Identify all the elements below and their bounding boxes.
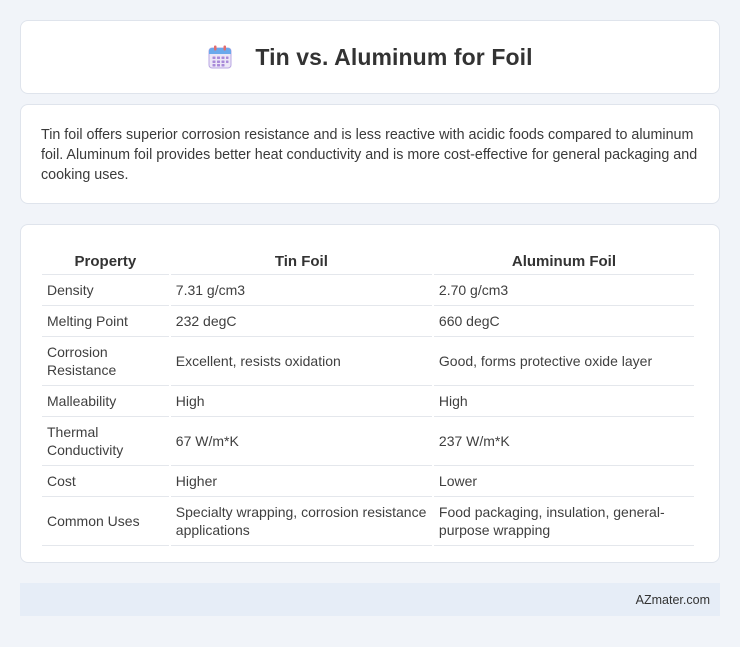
comparison-table: Property Tin Foil Aluminum Foil Density … <box>40 245 696 546</box>
summary-text: Tin foil offers superior corrosion resis… <box>41 127 698 183</box>
cell-tin: 232 degC <box>170 306 432 337</box>
cell-property: Corrosion Resistance <box>42 337 169 386</box>
cell-tin: 67 W/m*K <box>170 417 432 466</box>
cell-property: Density <box>42 275 169 306</box>
table-row: Cost Higher Lower <box>42 466 694 497</box>
cell-aluminum: 2.70 g/cm3 <box>433 275 694 306</box>
table-row: Melting Point 232 degC 660 degC <box>42 306 694 337</box>
cell-property: Common Uses <box>42 497 169 546</box>
page-title: Tin vs. Aluminum for Foil <box>255 43 533 70</box>
cell-tin: Excellent, resists oxidation <box>170 337 432 386</box>
table-row: Common Uses Specialty wrapping, corrosio… <box>42 497 694 546</box>
table-header-row: Property Tin Foil Aluminum Foil <box>42 245 694 275</box>
cell-property: Melting Point <box>42 306 169 337</box>
calendar-icon <box>207 44 233 70</box>
cell-tin: High <box>170 386 432 417</box>
cell-property: Thermal Conductivity <box>42 417 169 466</box>
comparison-table-card: Property Tin Foil Aluminum Foil Density … <box>20 224 720 563</box>
cell-aluminum: Good, forms protective oxide layer <box>433 337 694 386</box>
cell-property: Malleability <box>42 386 169 417</box>
table-row: Malleability High High <box>42 386 694 417</box>
cell-property: Cost <box>42 466 169 497</box>
table-row: Thermal Conductivity 67 W/m*K 237 W/m*K <box>42 417 694 466</box>
cell-aluminum: 660 degC <box>433 306 694 337</box>
title-card: Tin vs. Aluminum for Foil <box>20 20 720 94</box>
header-property: Property <box>42 245 169 275</box>
cell-aluminum: 237 W/m*K <box>433 417 694 466</box>
cell-tin: Specialty wrapping, corrosion resistance… <box>170 497 432 546</box>
footer-source: AZmater.com <box>635 592 710 607</box>
cell-aluminum: Lower <box>433 466 694 497</box>
header-tin-foil: Tin Foil <box>170 245 432 275</box>
cell-aluminum: High <box>433 386 694 417</box>
cell-tin: 7.31 g/cm3 <box>170 275 432 306</box>
cell-tin: Higher <box>170 466 432 497</box>
summary-card: Tin foil offers superior corrosion resis… <box>20 104 720 204</box>
table-row: Corrosion Resistance Excellent, resists … <box>42 337 694 386</box>
header-aluminum-foil: Aluminum Foil <box>433 245 694 275</box>
cell-aluminum: Food packaging, insulation, general-purp… <box>433 497 694 546</box>
table-row: Density 7.31 g/cm3 2.70 g/cm3 <box>42 275 694 306</box>
title-wrap: Tin vs. Aluminum for Foil <box>207 43 533 71</box>
footer: AZmater.com <box>20 583 720 616</box>
